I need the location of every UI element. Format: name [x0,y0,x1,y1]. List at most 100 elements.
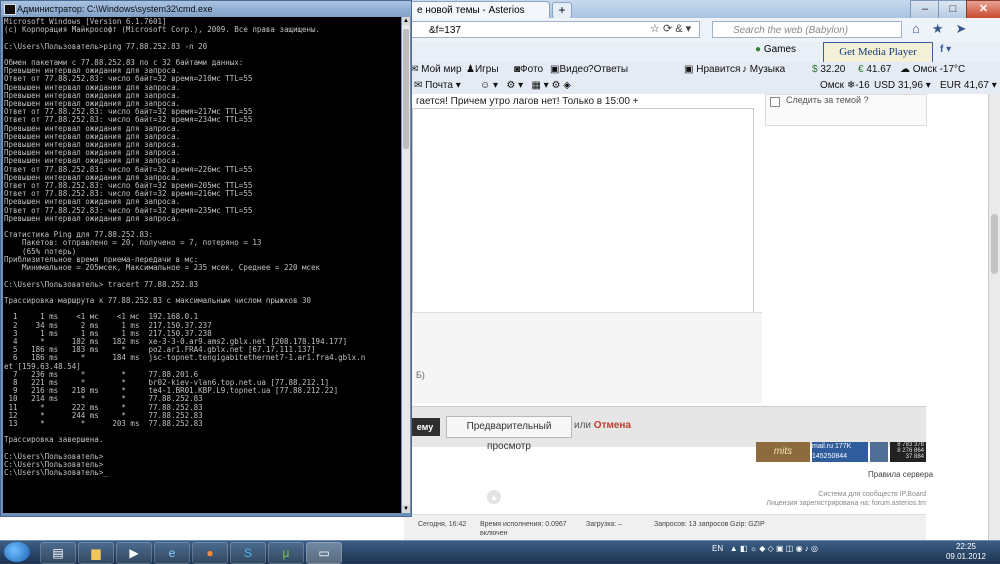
cancel-link[interactable]: Отмена [594,420,631,431]
scroll-down-icon[interactable]: ▼ [402,505,410,513]
banner-counter-icon[interactable] [870,442,888,462]
maximize-button[interactable]: □ [938,0,968,19]
video-link[interactable]: ▣Видео [550,64,589,75]
taskbar-media[interactable]: ▶ [116,542,152,564]
footer-gzip: Gzip: GZIP [730,521,765,528]
footer-exec-time: Время исполнения: 0.0967 [480,521,567,528]
nravitsya-link[interactable]: ▣ Нравится [684,64,740,75]
toolbar-icons[interactable]: ☺ ▾ ⚙ ▾ ▦ ▾ ⚙ ◈ [480,80,571,91]
clock[interactable]: 22:25 09.01.2012 [936,542,996,562]
facebook-button[interactable]: f ▾ [940,44,951,55]
or-cancel: или Отмена [574,420,632,431]
bookmark-icon[interactable]: ★ [932,21,956,36]
footer-load: Загрузка: – [586,521,623,528]
console-icon [4,4,16,15]
tab-title: е новой темы - Asterios [417,5,525,16]
browser-scrollbar[interactable] [988,94,1000,540]
media-plugin-button[interactable]: Get Media Player Plugin [823,42,933,77]
submit-topic-button[interactable]: ему [410,418,440,436]
start-button[interactable] [4,542,30,562]
folder-icon: ▤ [52,546,64,560]
search-placeholder: Search the web (Babylon) [733,25,849,36]
system-tray[interactable]: EN ▲ ◧ ☼ ◆ ◇ ▣ ◫ ◉ ♪ ◎ [712,544,818,553]
envelope-icon: ✉ [414,80,423,91]
clock-date: 09.01.2012 [945,552,987,561]
minimize-button[interactable]: – [910,0,940,19]
footer-queries: Запросов: 13 запросов [654,521,729,528]
close-button[interactable]: ✕ [966,0,1000,19]
like-icon: ▣ [684,64,694,75]
euro-icon: € [858,64,864,75]
utorrent-icon: μ [282,546,290,560]
internet-explorer-icon: e [168,546,176,560]
cmd-window: Администратор: C:\Windows\system32\cmd.e… [0,0,412,517]
taskbar-firefox[interactable]: ● [192,542,228,564]
cmd-title-bar[interactable]: Администратор: C:\Windows\system32\cmd.e… [1,1,411,17]
muzyka-link[interactable]: ♪ Музыка [742,64,785,75]
taskbar-folder[interactable]: ▆ [78,542,114,564]
star-icon[interactable]: ☆ [650,23,660,35]
language-indicator[interactable]: EN [712,544,723,553]
stock-widget-1[interactable]: $ 32.20 [812,64,845,75]
otvety-link[interactable]: ?Ответы [588,64,628,75]
cmd-scroll-thumb[interactable] [403,29,409,149]
banner-liveinternet-counter[interactable]: 8 783 378 8 276 864 37 884 [890,442,926,462]
joystick-icon: ♟ [466,64,475,75]
pochta-button[interactable]: ✉ Почта ▾ [414,80,461,91]
console-icon: ▭ [318,546,330,560]
search-input[interactable]: Search the web (Babylon) [712,21,902,38]
eur-rate[interactable]: EUR 41,67 ▾ [940,80,997,91]
taskbar-utorrent[interactable]: μ [268,542,304,564]
folder-icon: ▆ [91,546,101,560]
omsk-weather[interactable]: Омск ❄-16 [820,80,870,91]
tray-icons[interactable]: ▲ ◧ ☼ ◆ ◇ ▣ ◫ ◉ ♪ ◎ [730,544,818,553]
console-text: Microsoft Windows [Version 6.1.7601] (c)… [4,17,366,478]
new-tab-button[interactable]: + [552,2,572,19]
weather-widget[interactable]: ☁ Омск -17°C [900,64,965,75]
banner-mits[interactable]: mits [756,442,810,462]
scrollbar-thumb[interactable] [991,214,998,274]
footer-today: Сегодня, 16:42 [418,521,467,528]
taskbar-cmd[interactable]: ▭ [306,542,342,564]
follow-topic-checkbox[interactable] [770,97,780,107]
post-text: гается! Причем утро лагов нет! Только в … [416,96,639,107]
rss-icon[interactable]: ⟳ [663,23,672,35]
chevron-down-icon[interactable]: ▾ [686,23,692,35]
firefox-icon: ● [206,546,214,560]
taskbar: ▤ ▆ ▶ e ● S μ ▭ EN ▲ ◧ ☼ ◆ ◇ ▣ ◫ ◉ ♪ ◎ 2… [0,540,1000,564]
moi-mir-link[interactable]: ✉ Мой мир [410,64,462,75]
browser-tab[interactable]: е новой темы - Asterios [402,1,550,18]
preview-button[interactable]: Предварительный просмотр [446,416,572,452]
scroll-up-icon[interactable]: ▲ [402,17,410,25]
message-editor[interactable] [412,108,754,314]
page-footer: Сегодня, 16:42 Время исполнения: 0.0967 … [404,514,926,541]
taskbar-explorer[interactable]: ▤ [40,542,76,564]
foto-link[interactable]: ◙Фото [514,64,543,75]
arrow-icon[interactable]: ➤ [956,21,979,36]
taskbar-ie[interactable]: e [154,542,190,564]
ampersand-icon[interactable]: & [675,23,682,35]
usd-rate[interactable]: USD 31,96 ▾ [874,80,931,91]
igry-link[interactable]: ♟Игры [466,64,499,75]
games-button[interactable]: ● Games [755,44,796,55]
cmd-title: Администратор: C:\Windows\system32\cmd.e… [17,4,213,14]
banner-mail-ru-counter[interactable]: mail.ru 177K 145250844 10678 [812,442,868,470]
follow-topic-label: Следить за темой ? [786,95,869,105]
url-text: &f=137 [429,25,461,36]
skype-icon: S [243,546,252,560]
server-rules-link[interactable]: Правила сервера [868,470,933,479]
board-credits: Система для сообществ IP.Board Лицензия … [766,491,926,507]
media-player-icon: ▶ [129,546,139,560]
attachments-area [412,312,762,403]
music-icon: ♪ [742,64,747,75]
address-bar-icons[interactable]: ☆ ⟳ & ▾ [650,22,691,35]
cmd-scrollbar[interactable]: ▲ ▼ [402,17,410,513]
clock-time: 22:25 [955,542,977,551]
stock-widget-2[interactable]: € 41.67 [858,64,891,75]
home-icon[interactable]: ⌂ [912,21,932,36]
follow-topic-box: Следить за темой ? [765,94,927,126]
cloud-icon: ☁ [900,64,910,75]
taskbar-skype[interactable]: S [230,542,266,564]
console-output[interactable]: Microsoft Windows [Version 6.1.7601] (c)… [3,17,401,513]
scroll-top-icon[interactable]: ▲ [487,490,501,504]
